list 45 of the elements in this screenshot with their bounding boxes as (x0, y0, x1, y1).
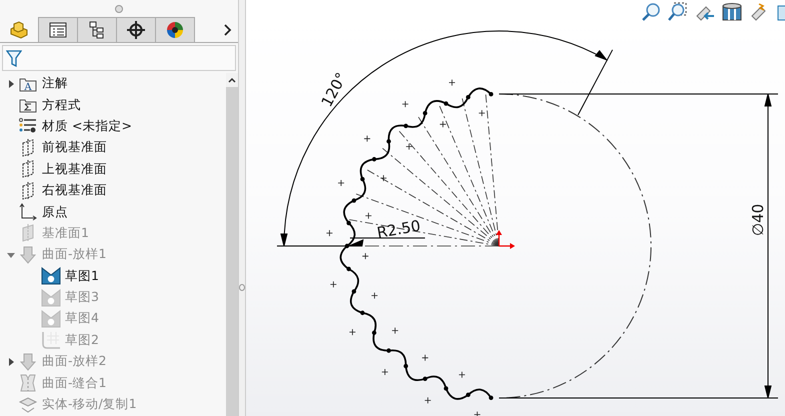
down-arrow-icon (20, 352, 36, 371)
tree-item[interactable]: 注解 (42, 75, 68, 92)
panel-grip-icon[interactable] (115, 4, 123, 12)
filter-field[interactable] (2, 45, 236, 71)
folder-icon (19, 97, 37, 114)
sketch-icon (41, 288, 61, 307)
sketch-icon (41, 331, 61, 350)
tree-diagram-icon (89, 21, 105, 39)
tree-item[interactable]: 上视基准面 (42, 160, 107, 178)
color-ball-icon (166, 21, 184, 39)
down-arrow-icon (20, 246, 36, 264)
chevron-right-icon[interactable] (224, 24, 232, 36)
angle-dimension-label: 120° (318, 70, 350, 110)
list-icon (49, 22, 67, 38)
tree-item[interactable]: 材质 <未指定> (42, 118, 132, 135)
tree-item[interactable]: 前视基准面 (42, 139, 107, 156)
stitched-surface-icon (19, 374, 37, 392)
zoom-fit-icon[interactable] (641, 2, 661, 22)
zoom-area-icon[interactable] (667, 2, 687, 22)
tree-item[interactable]: 方程式 (42, 96, 81, 114)
diameter-dimension-label: ∅40 (749, 204, 767, 236)
filter-icon (6, 49, 22, 67)
blocks-icon (9, 20, 29, 38)
move-copy-icon (18, 396, 38, 414)
radius-dimension-label: R2.50 (376, 216, 422, 242)
expand-arrow-icon[interactable] (7, 80, 15, 88)
tree-item[interactable]: 右视基准面 (42, 182, 107, 200)
list-gear-icon (19, 118, 37, 134)
scroll-up-icon[interactable] (228, 77, 236, 83)
sketch-icon (41, 310, 61, 328)
plane-icon (21, 138, 35, 157)
folder-icon: A (19, 76, 37, 92)
crosshair-icon (127, 21, 145, 39)
plane-icon (21, 182, 35, 200)
plane-icon (21, 224, 35, 242)
tree-item[interactable]: 原点 (42, 204, 68, 221)
section-view-icon[interactable] (721, 2, 743, 22)
sketch-icon (41, 267, 61, 286)
panel-tab[interactable] (78, 17, 117, 42)
panel-tab[interactable] (117, 17, 156, 42)
panel-tab[interactable] (39, 17, 78, 42)
scrollbar[interactable] (226, 73, 238, 416)
panel-tab[interactable] (156, 17, 195, 42)
plane-icon (21, 160, 35, 178)
origin-icon (19, 203, 37, 222)
